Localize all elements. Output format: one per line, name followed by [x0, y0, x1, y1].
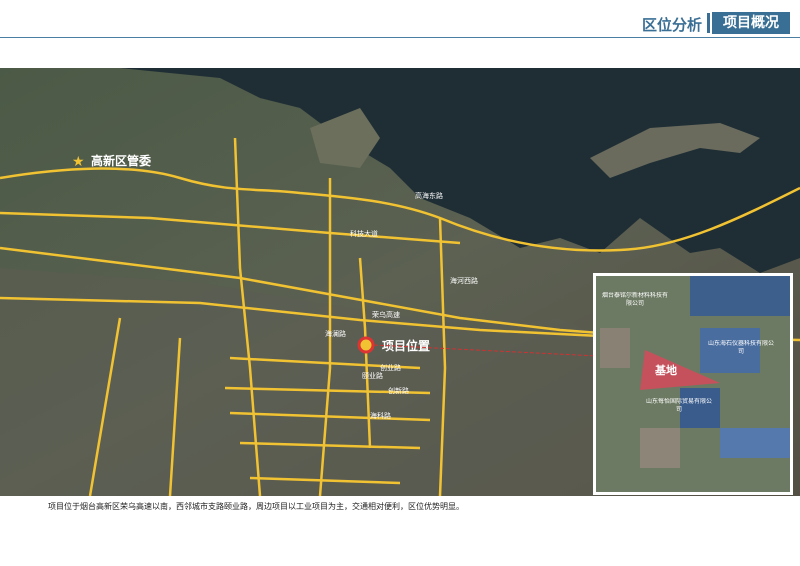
- header-divider: [707, 13, 710, 33]
- company-label: 山东海石仪器科技有限公司: [707, 340, 774, 355]
- road-label: 高海东路: [415, 191, 443, 200]
- road-label: 海河西路: [450, 276, 478, 285]
- map-canvas: ★ 高新区管委 项目位置 高海东路 科技大道 荣乌高速 海河西路 海澜路 颐业路…: [0, 68, 800, 496]
- road-label: 颐业路: [362, 371, 383, 380]
- header-rule: [0, 37, 800, 38]
- company-text: 山东海石仪器科技有限公司: [707, 340, 774, 355]
- company-label: 山东每怡国际贸易有限公司: [645, 398, 712, 413]
- road-label: 海科路: [370, 411, 391, 420]
- company-label: 烟台泰铭尔新材料科技有限公司: [601, 292, 668, 307]
- star-icon: ★: [72, 154, 85, 170]
- road-label: 海澜路: [325, 329, 346, 338]
- road-label: 创新路: [388, 386, 409, 395]
- inset-block: [640, 428, 680, 468]
- road-label: 创业路: [380, 363, 401, 372]
- landmark-label: 高新区管委: [91, 153, 152, 168]
- company-text: 烟台泰铭尔新材料科技有限公司: [601, 292, 668, 307]
- road-label: 科技大道: [350, 229, 378, 238]
- active-tab[interactable]: 项目概况: [712, 12, 790, 34]
- location-map: ★ 高新区管委 项目位置 高海东路 科技大道 荣乌高速 海河西路 海澜路 颐业路…: [0, 68, 800, 496]
- inset-map: 基地 烟台泰铭尔新材料科技有限公司 山东海石仪器科技有限公司 山东每怡国际贸易有…: [593, 273, 793, 495]
- header: 区位分析 项目概况: [0, 0, 800, 40]
- company-text: 山东每怡国际贸易有限公司: [645, 398, 712, 413]
- section-label: 区位分析: [641, 16, 702, 34]
- inset-block: [600, 328, 630, 368]
- inset-factory: [690, 276, 790, 316]
- road-label: 荣乌高速: [372, 310, 400, 319]
- caption: 项目位于烟台高新区荣乌高速以南，西邻城市支路颐业路，周边项目以工业项目为主，交通…: [48, 502, 464, 511]
- project-marker-icon: [357, 336, 375, 354]
- site-label: 基地: [654, 363, 677, 377]
- inset-factory: [720, 428, 790, 458]
